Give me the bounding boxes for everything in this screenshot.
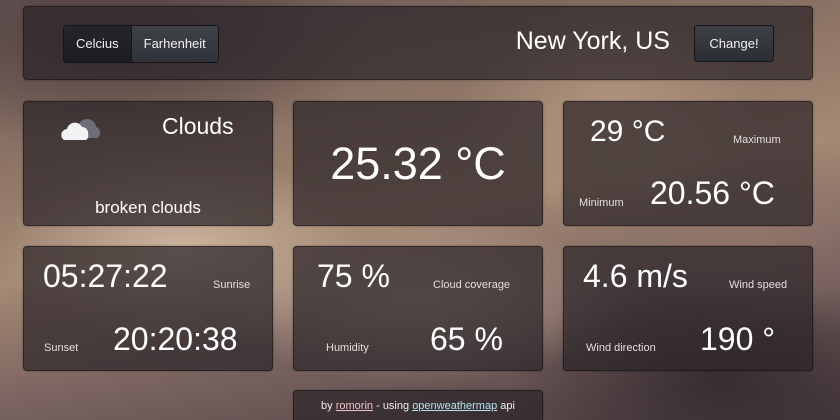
city-name: New York, US [515, 27, 670, 55]
openweathermap-link[interactable]: openweathermap [412, 400, 497, 412]
cloud-coverage-value: 75 % [317, 258, 390, 294]
max-temperature: 29 °C [590, 115, 666, 148]
min-max-tile: 29 °C Maximum Minimum 20.56 °C [563, 101, 813, 226]
condition-tile: Clouds broken clouds [23, 101, 273, 226]
author-link[interactable]: romorin [336, 400, 373, 412]
wind-tile: 4.6 m/s Wind speed Wind direction 190 ° [563, 246, 813, 371]
min-label: Minimum [579, 197, 624, 209]
wind-direction-value: 190 ° [700, 321, 776, 357]
footer-api: api [500, 400, 515, 412]
sunset-time: 20:20:38 [113, 321, 238, 357]
sun-tile: 05:27:22 Sunrise Sunset 20:20:38 [23, 246, 273, 371]
celsius-button[interactable]: Celcius [64, 26, 131, 62]
clouds-icon [60, 116, 104, 146]
footer-credits: by romorin - using openweathermap api [293, 390, 543, 420]
cloud-coverage-label: Cloud coverage [433, 279, 511, 291]
sunrise-time: 05:27:22 [43, 258, 168, 294]
max-label: Maximum [733, 134, 781, 146]
humidity-value: 65 % [430, 321, 503, 357]
humidity-label: Humidity [326, 342, 369, 354]
unit-toggle: Celcius Farhenheit [63, 25, 219, 63]
sunrise-label: Sunrise [213, 279, 251, 291]
min-temperature: 20.56 °C [650, 175, 775, 211]
current-temperature: 25.32 °C [330, 138, 506, 189]
wind-speed-value: 4.6 m/s [583, 258, 688, 294]
fahrenheit-button[interactable]: Farhenheit [130, 26, 218, 62]
condition-description: broken clouds [95, 198, 201, 217]
top-bar: Celcius Farhenheit New York, US Change! [23, 6, 813, 80]
change-city-button[interactable]: Change! [694, 25, 774, 62]
atmosphere-tile: 75 % Cloud coverage Humidity 65 % [293, 246, 543, 371]
footer-using: - using [376, 400, 410, 412]
current-temperature-tile: 25.32 °C [293, 101, 543, 226]
wind-speed-label: Wind speed [729, 279, 788, 291]
sunset-label: Sunset [44, 342, 79, 354]
condition-main: Clouds [162, 113, 234, 139]
footer-by: by [321, 400, 333, 412]
wind-direction-label: Wind direction [586, 342, 656, 354]
